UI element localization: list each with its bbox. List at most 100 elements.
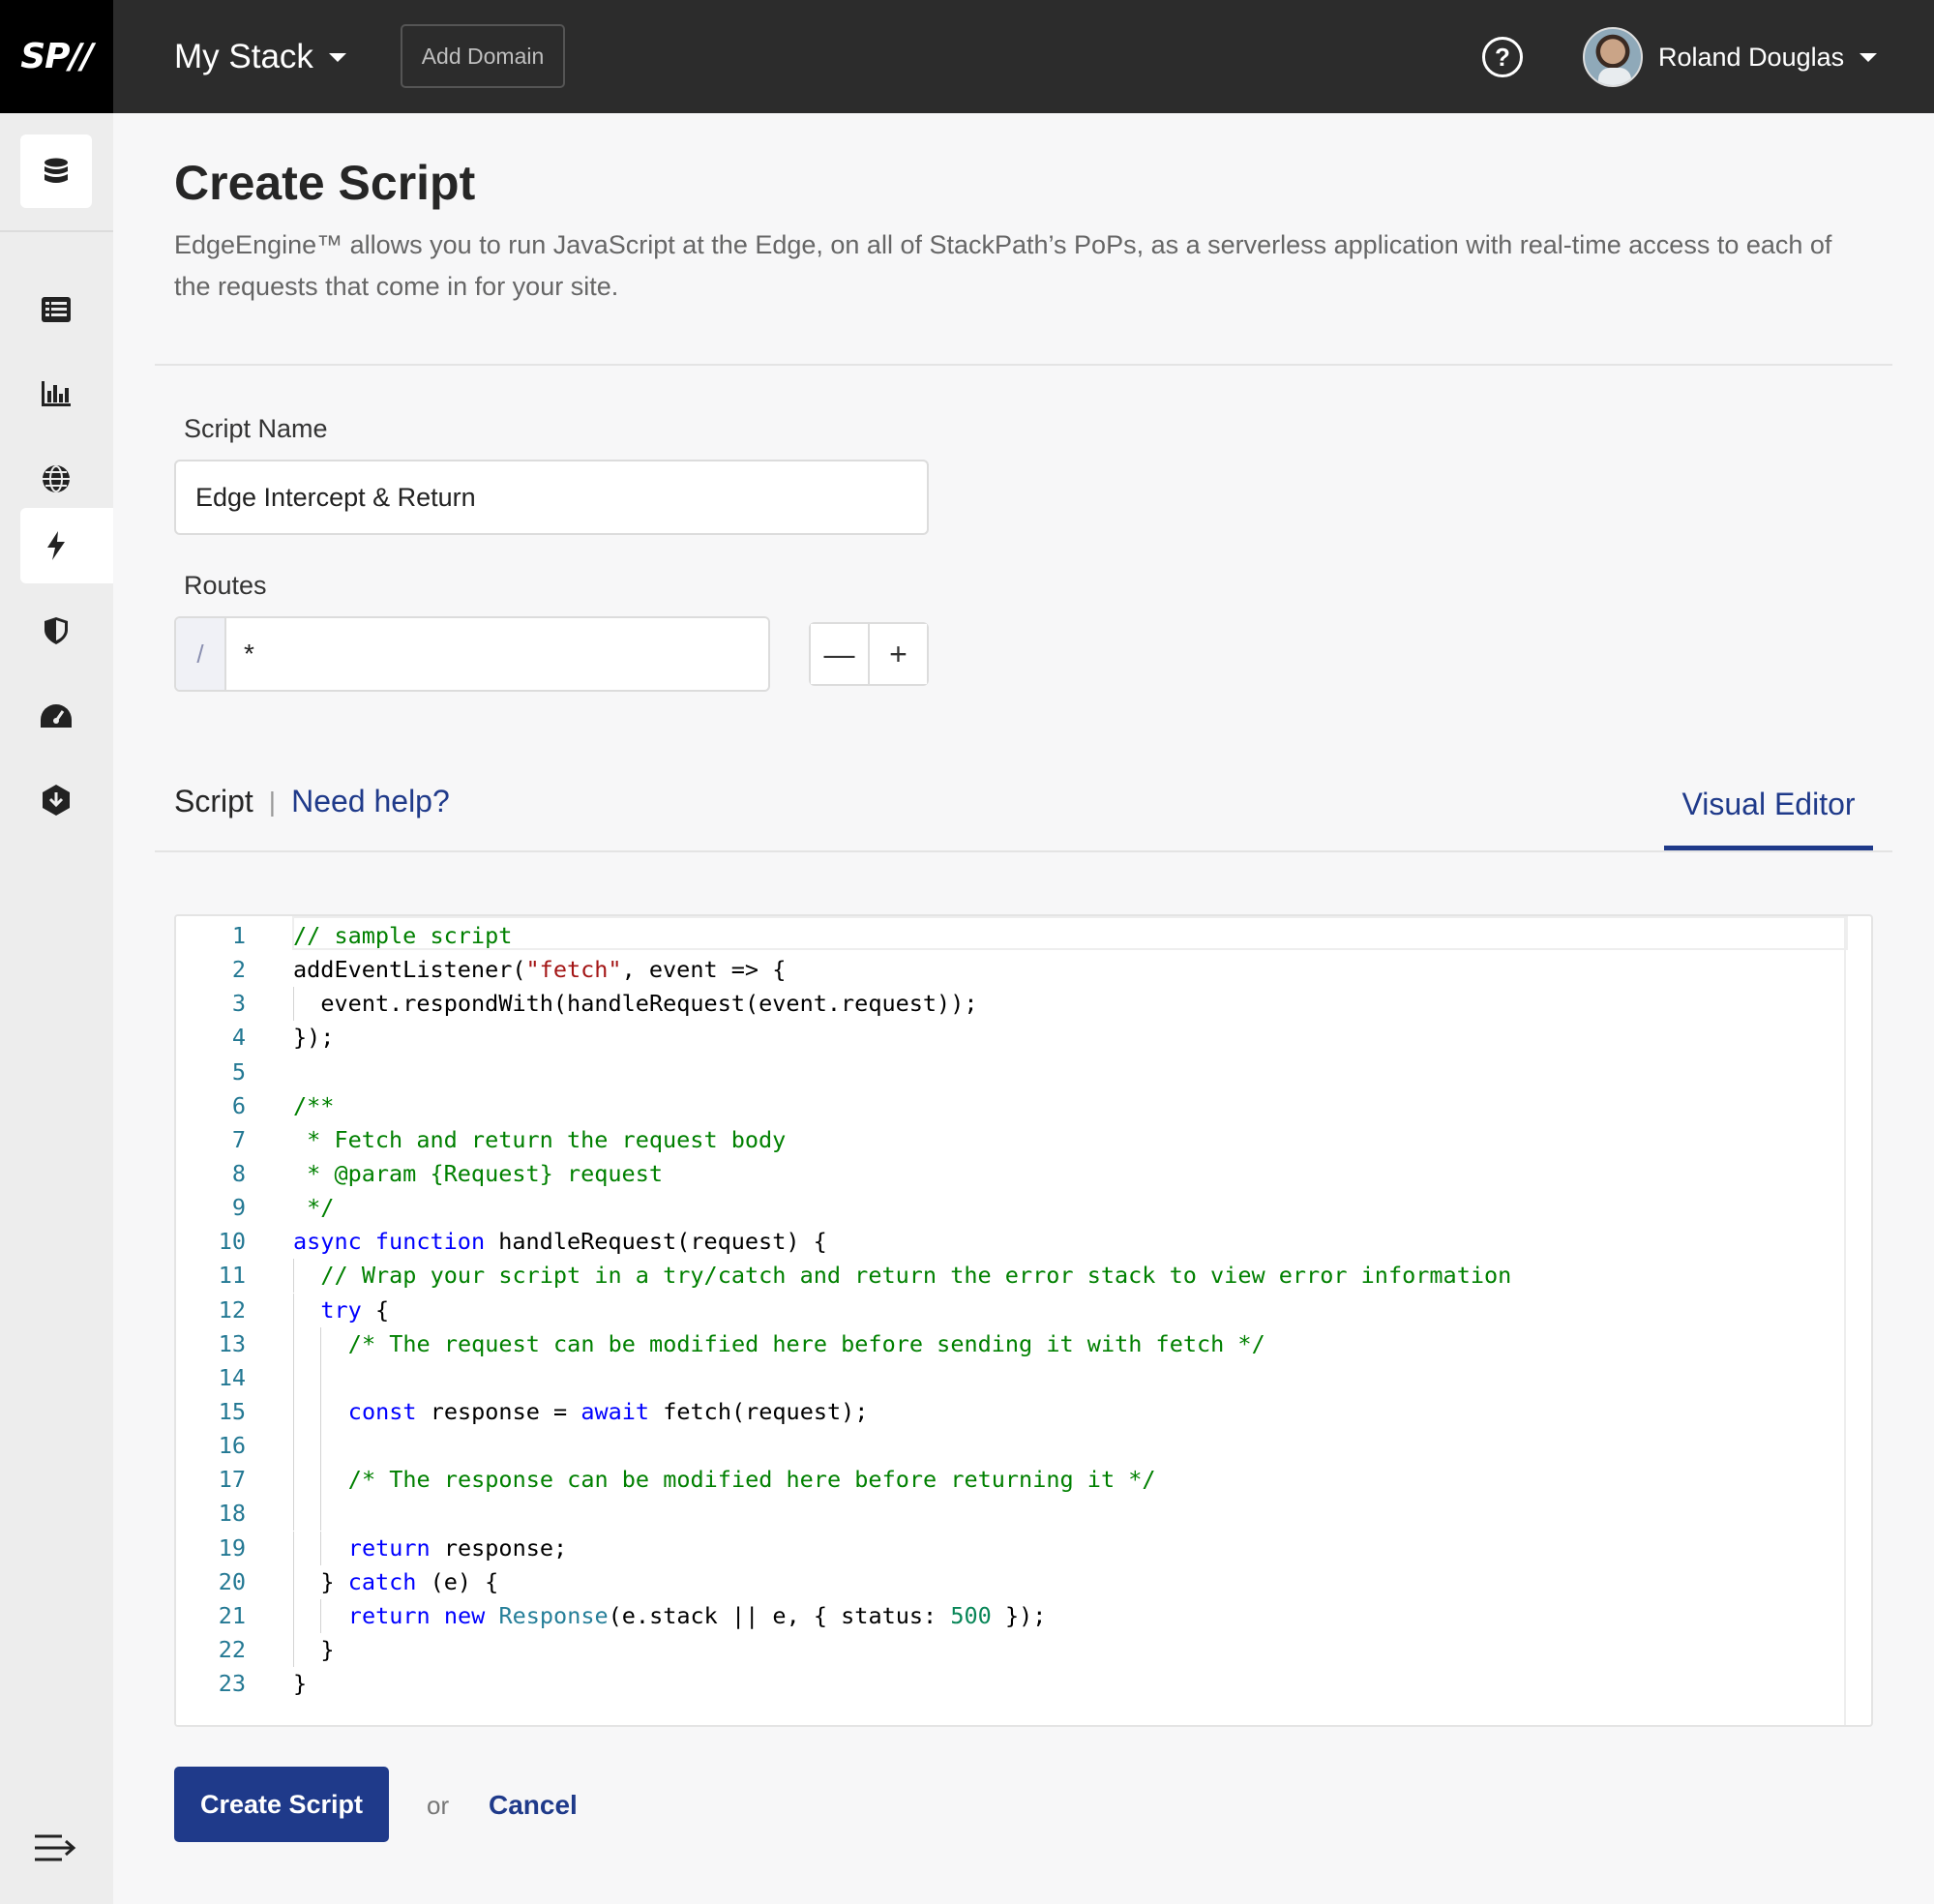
code-token: "fetch" [525,956,622,984]
sidebar-collapse-button[interactable] [35,1833,77,1862]
indent-guide [293,1632,294,1667]
code-text: } catch (e) { [320,1565,498,1599]
routes-label: Routes [184,571,267,600]
line-number: 1 [231,922,246,949]
tab-visual-editor[interactable]: Visual Editor [1664,787,1873,852]
indent-guide [293,987,294,1022]
code-token: } [320,1635,335,1663]
code-line: 21 return new Response(e.stack || e, { st… [176,1598,1871,1633]
sidebar-item-edgeengine[interactable] [20,508,113,583]
line-number: 7 [231,1125,246,1153]
sidebar-item-performance[interactable] [20,678,113,754]
chevron-down-icon [1860,52,1878,62]
user-menu[interactable]: Roland Douglas [1583,26,1878,88]
lightning-icon [47,531,65,560]
code-text: async function handleRequest(request) { [293,1225,827,1259]
code-content[interactable]: 1 // sample script 2 addEventListener("fetc… [176,919,1871,1701]
code-token: } [293,1670,308,1698]
cancel-link[interactable]: Cancel [489,1790,578,1821]
code-token: new [443,1601,486,1629]
line-number: 21 [218,1601,246,1629]
sidebar-item-database[interactable] [20,134,92,208]
line-number: 16 [218,1432,246,1460]
line-number: 9 [231,1194,246,1222]
code-token: // sample script [293,922,513,949]
code-text: * Fetch and return the request body [293,1123,786,1157]
indent-guide [293,1429,294,1464]
code-line: 19 return response; [176,1531,1871,1565]
line-number: 5 [231,1057,246,1086]
sidebar-item-deploy[interactable] [20,762,113,838]
code-token: 500 [950,1601,992,1629]
code-line: 20 } catch (e) { [176,1564,1871,1599]
code-token: // Wrap your script in a try/catch and r… [320,1262,1512,1290]
remove-route-button[interactable]: — [811,624,868,684]
code-line: 3 event.respondWith(handleRequest(event.r… [176,987,1871,1022]
code-text: } [293,1667,307,1701]
create-script-button[interactable]: Create Script [174,1767,389,1842]
globe-icon [43,465,70,492]
sidebar-item-analytics[interactable] [20,356,113,431]
code-line: 10 async function handleRequest(request) … [176,1225,1871,1259]
indent-guide [320,1497,322,1532]
sidebar-item-globe[interactable] [20,441,113,517]
speedometer-icon [41,704,72,728]
code-token: } [320,1567,348,1595]
indent-guide [320,1429,322,1464]
code-text: /* The response can be modified here bef… [348,1463,1156,1497]
code-line: 16 [176,1429,1871,1464]
code-line: 23} [176,1667,1871,1701]
code-token: (e.stack || e, { status: [608,1601,951,1629]
code-token: */ [293,1194,335,1222]
code-text: /* The request can be modified here befo… [348,1327,1265,1361]
code-token: response = [416,1397,581,1425]
code-line: 11 // Wrap your script in a try/catch and… [176,1259,1871,1294]
indent-guide [293,1293,294,1327]
line-number: 8 [231,1159,246,1187]
question-circle-icon[interactable]: ? [1482,37,1523,77]
add-route-button[interactable]: + [868,624,927,684]
line-number: 18 [218,1500,246,1528]
line-number: 4 [231,1024,246,1052]
need-help-link[interactable]: Need help? [291,784,450,819]
code-line: 9 */ [176,1191,1871,1225]
download-hexagon-icon [43,785,70,816]
code-token: addEventListener( [293,956,526,984]
logo[interactable]: SP// [0,0,113,113]
code-token: event.respondWith(handleRequest(event.re… [320,990,978,1018]
code-editor[interactable]: 1 // sample script 2 addEventListener("fetc… [174,914,1873,1727]
code-text: return new Response(e.stack || e, { stat… [348,1599,1047,1633]
code-token: try [320,1295,362,1324]
route-controls: — + [809,622,929,686]
sidebar-item-security[interactable] [20,593,113,669]
chevron-down-icon [328,52,346,62]
script-name-input[interactable] [174,460,929,535]
code-token: * Fetch and return the request body [293,1125,787,1153]
script-divider [155,850,1892,852]
indent-guide [293,1497,294,1532]
indent-guide [293,1394,294,1429]
indent-guide [293,1360,294,1395]
code-line: 5 [176,1056,1871,1089]
code-token: /** [293,1091,335,1119]
page-description: EdgeEngine™ allows you to run JavaScript… [174,230,1832,301]
user-name: Roland Douglas [1658,42,1845,72]
code-token: (e) { [416,1567,499,1595]
line-number: 14 [218,1363,246,1391]
route-input[interactable] [226,618,768,690]
or-text: or [427,1791,450,1820]
code-token: async [293,1228,362,1256]
add-domain-button[interactable]: Add Domain [401,24,565,88]
stack-switcher[interactable]: My Stack [174,35,346,79]
code-text: }); [293,1021,334,1055]
line-number: 20 [218,1567,246,1595]
line-number: 6 [231,1091,246,1119]
code-token: function [374,1228,486,1256]
indent-guide [320,1360,322,1395]
line-number: 19 [218,1533,246,1562]
indent-guide [293,1531,294,1565]
sidebar-item-list[interactable] [20,272,113,347]
